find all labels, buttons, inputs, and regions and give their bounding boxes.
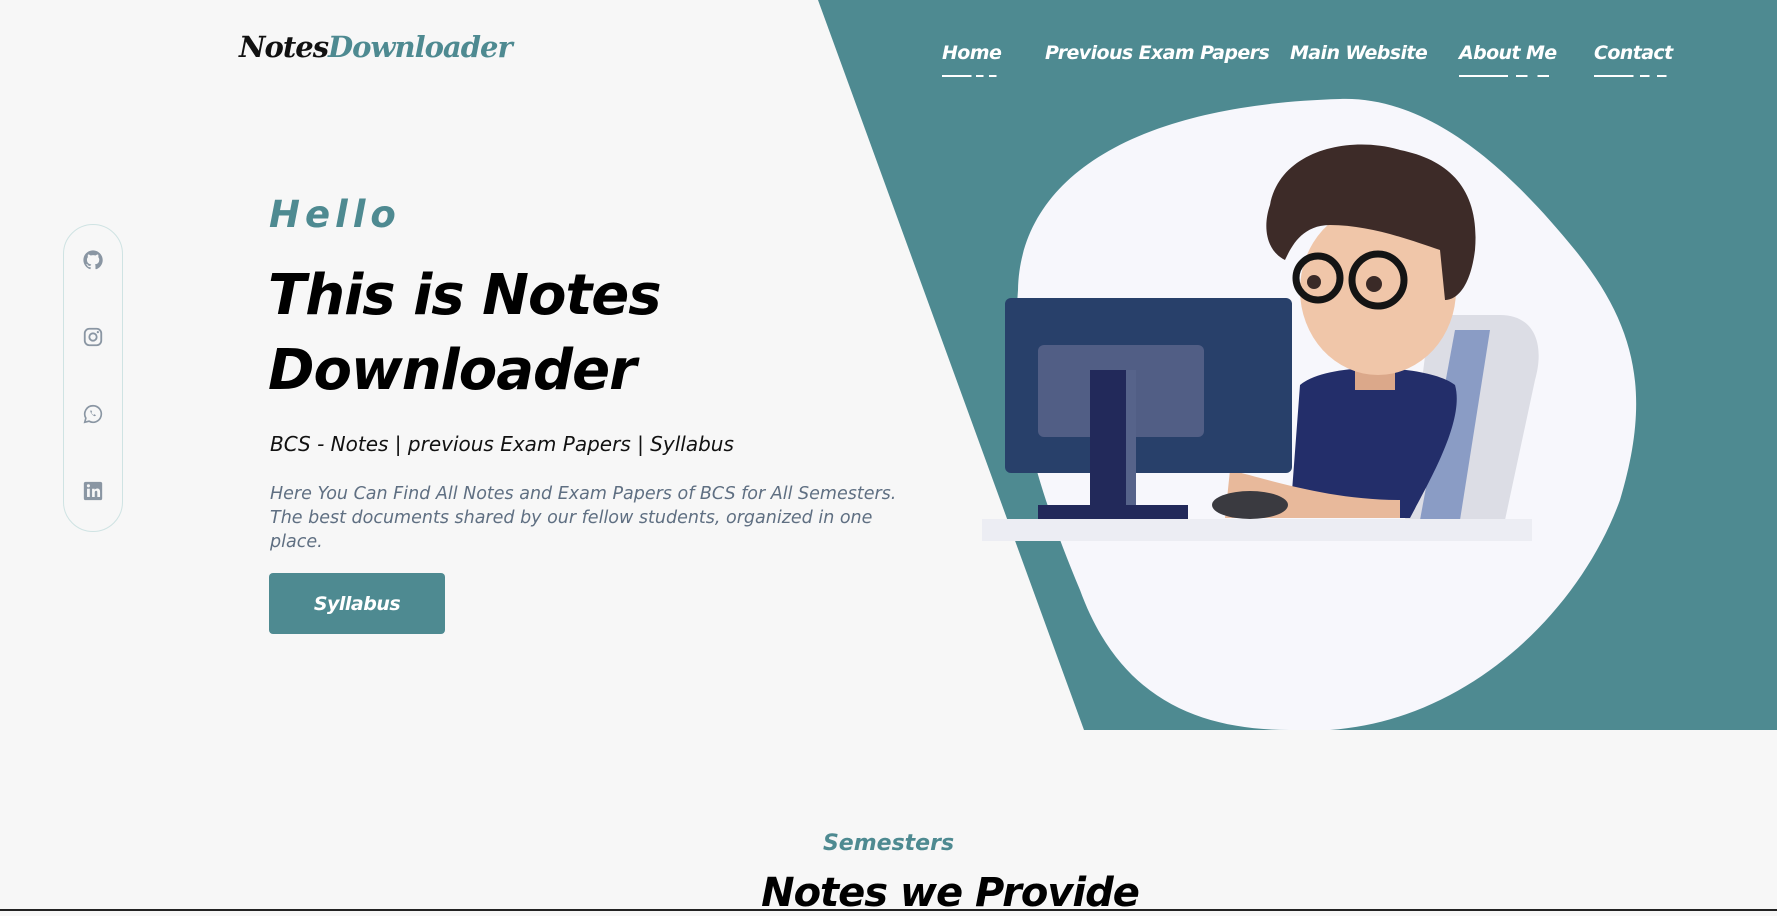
hero-subtitle: BCS - Notes | previous Exam Papers | Syl… (270, 432, 734, 456)
linkedin-icon[interactable] (82, 480, 104, 502)
logo-part-notes: Notes (239, 30, 329, 64)
syllabus-button[interactable]: Syllabus (269, 573, 445, 634)
nav-previous-exam-papers-label: Previous Exam Papers (1045, 42, 1270, 64)
nav-home-underline (942, 75, 1002, 77)
github-icon[interactable] (82, 249, 104, 271)
hero-title-line1: This is Notes (268, 263, 662, 328)
nav-about-me-underline (1459, 75, 1557, 77)
hero-title-line2: Downloader (268, 338, 637, 403)
nav-main-website[interactable]: Main Website (1290, 42, 1428, 64)
nav-contact[interactable]: Contact (1594, 42, 1673, 77)
nav-about-me[interactable]: About Me (1459, 42, 1557, 77)
nav-home-label: Home (942, 42, 1002, 64)
nav-previous-exam-papers[interactable]: Previous Exam Papers (1045, 42, 1270, 64)
nav-contact-label: Contact (1594, 42, 1673, 64)
social-links-bar (63, 224, 123, 532)
hero-title: This is Notes Downloader (268, 258, 662, 408)
site-logo[interactable]: NotesDownloader (239, 30, 513, 64)
logo-part-downloader: Downloader (328, 30, 513, 64)
section-label: Semesters (822, 831, 955, 856)
nav-about-me-label: About Me (1459, 42, 1557, 64)
hero-description: Here You Can Find All Notes and Exam Pap… (270, 484, 897, 552)
hero-illustration (982, 98, 1637, 730)
nav-main-website-label: Main Website (1290, 42, 1428, 64)
nav-home[interactable]: Home (942, 42, 1002, 77)
whatsapp-icon[interactable] (82, 403, 104, 425)
instagram-icon[interactable] (82, 326, 104, 348)
hero-greeting: Hello (269, 193, 401, 236)
nav-contact-underline (1594, 75, 1673, 77)
